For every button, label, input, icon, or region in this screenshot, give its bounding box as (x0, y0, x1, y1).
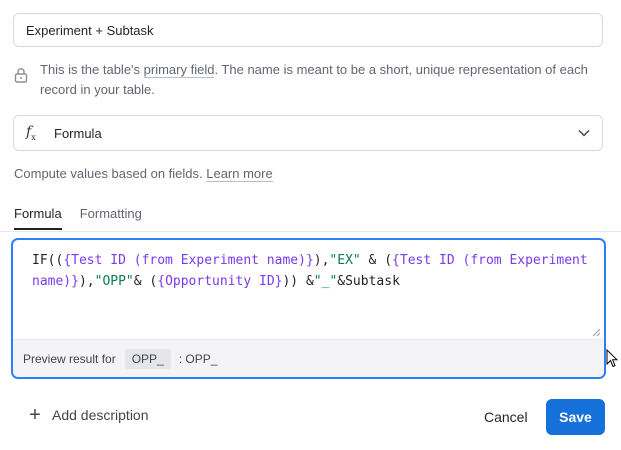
field-name-input[interactable]: Experiment + Subtask (13, 13, 603, 47)
lock-icon (14, 68, 28, 83)
preview-chip: OPP_ (124, 348, 171, 369)
formula-token: "EX" (329, 253, 361, 268)
formula-token: "OPP" (94, 274, 134, 289)
formula-token: IF(( (32, 253, 64, 268)
preview-result: : OPP_ (178, 351, 218, 366)
formula-token: )) & (282, 274, 314, 289)
formula-token: ), (313, 253, 330, 268)
learn-more-link[interactable]: Learn more (206, 166, 273, 182)
formula-token: "_" (313, 274, 338, 289)
preview-label: Preview result for (23, 351, 116, 366)
editor-tabs: Formula Formatting (14, 206, 142, 230)
plus-icon: + (29, 404, 41, 426)
formula-token: {Test ID (from Experiment name)} (63, 253, 314, 268)
formula-token: &Subtask (337, 274, 400, 289)
formula-code[interactable]: IF(({Test ID (from Experiment name)}),"E… (32, 250, 592, 292)
resize-grip-icon[interactable] (591, 327, 601, 337)
formula-token: & ( (360, 253, 393, 268)
save-button[interactable]: Save (546, 399, 605, 435)
tab-formula[interactable]: Formula (14, 206, 62, 230)
mouse-cursor-icon (606, 349, 618, 368)
tab-formatting[interactable]: Formatting (80, 206, 142, 230)
compute-note-text: Compute values based on fields. (14, 166, 207, 181)
field-type-select[interactable]: fx Formula (13, 115, 603, 151)
add-description-label: Add description (52, 407, 149, 423)
formula-token: & ( (133, 274, 158, 289)
formula-fx-icon: fx (26, 124, 36, 142)
field-name-value: Experiment + Subtask (26, 22, 154, 38)
preview-bar: Preview result for OPP_ : OPP_ (13, 339, 604, 377)
tabs-divider (0, 231, 621, 232)
chevron-down-icon (578, 129, 590, 137)
primary-note-prefix: This is the table's (40, 62, 144, 77)
primary-field-note: This is the table's primary field. The n… (14, 60, 604, 100)
primary-field-link[interactable]: primary field (143, 62, 215, 78)
add-description-button[interactable]: + Add description (28, 404, 149, 426)
formula-editor[interactable]: IF(({Test ID (from Experiment name)}),"E… (11, 238, 606, 379)
field-type-label: Formula (54, 125, 102, 141)
compute-note: Compute values based on fields. Learn mo… (14, 164, 273, 184)
formula-token: ), (78, 274, 95, 289)
cancel-button[interactable]: Cancel (478, 400, 534, 434)
formula-token: {Opportunity ID} (157, 274, 283, 289)
